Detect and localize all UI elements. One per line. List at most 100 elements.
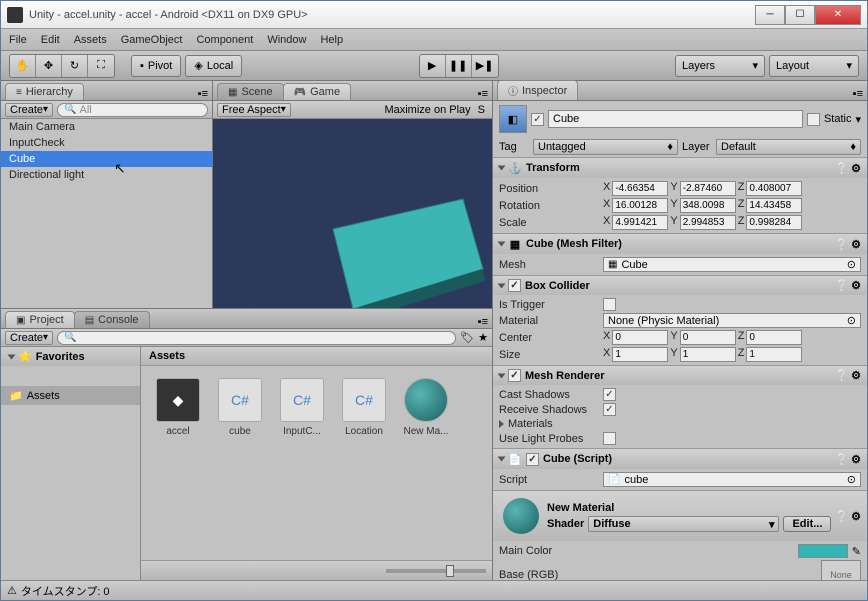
tab-scene[interactable]: ▦ Scene (217, 83, 284, 100)
project-create-dropdown[interactable]: Create ▾ (5, 331, 53, 345)
hierarchy-item-selected[interactable]: Cube (1, 151, 212, 167)
scl-z-input[interactable] (746, 215, 802, 230)
menu-gameobject[interactable]: GameObject (121, 34, 183, 46)
eyedropper-icon[interactable]: ✎ (852, 545, 861, 558)
rot-y-input[interactable] (680, 198, 736, 213)
physmaterial-field[interactable]: None (Physic Material)⊙ (603, 313, 861, 328)
center-y-input[interactable] (680, 330, 736, 345)
shader-dropdown[interactable]: Diffuse▾ (588, 516, 779, 532)
meshfilter-header[interactable]: ▦ Cube (Mesh Filter) ❔⚙ (493, 234, 867, 254)
hierarchy-item[interactable]: InputCheck (1, 135, 212, 151)
play-button[interactable]: ▶ (420, 55, 446, 77)
size-y-input[interactable] (680, 347, 736, 362)
transform-header[interactable]: ⚓ Transform ❔⚙ (493, 158, 867, 178)
asset-size-slider[interactable] (386, 569, 486, 573)
assets-folder[interactable]: 📁 Assets (1, 386, 140, 405)
texture-slot[interactable]: None (821, 560, 861, 580)
tag-dropdown[interactable]: Untagged♦ (533, 139, 678, 155)
scl-x-input[interactable] (612, 215, 668, 230)
local-toggle[interactable]: ◈Local (185, 55, 242, 77)
help-icon[interactable]: ❔ (835, 279, 849, 292)
panel-menu-icon[interactable]: ▪≡ (474, 88, 492, 100)
mesh-field[interactable]: ▦ Cube⊙ (603, 257, 861, 272)
layers-dropdown[interactable]: Layers▾ (675, 55, 765, 77)
hierarchy-create-dropdown[interactable]: Create ▾ (5, 103, 53, 117)
materials-foldout[interactable] (499, 420, 504, 428)
search-type-icon[interactable]: ★ (478, 331, 488, 344)
asset-item[interactable]: C#InputC... (277, 378, 327, 437)
aspect-dropdown[interactable]: Free Aspect ▾ (217, 103, 291, 117)
step-button[interactable]: ▶❚ (472, 55, 498, 77)
gear-icon[interactable]: ⚙ (851, 162, 861, 175)
edit-shader-button[interactable]: Edit... (783, 516, 831, 532)
stats-toggle[interactable]: S (475, 104, 488, 116)
asset-item[interactable]: C#Location (339, 378, 389, 437)
help-icon[interactable]: ❔ (835, 162, 849, 175)
scale-tool-button[interactable]: ⛶ (88, 55, 114, 77)
meshrenderer-enabled-checkbox[interactable] (508, 369, 521, 382)
assets-breadcrumb[interactable]: Assets (141, 347, 492, 366)
minimize-button[interactable]: ─ (755, 5, 785, 25)
boxcollider-header[interactable]: Box Collider ❔⚙ (493, 276, 867, 295)
hierarchy-item[interactable]: Main Camera (1, 119, 212, 135)
hierarchy-item[interactable]: Directional light (1, 167, 212, 183)
panel-menu-icon[interactable]: ▪≡ (474, 316, 492, 328)
maximize-on-play-toggle[interactable]: Maximize on Play (384, 104, 470, 116)
pause-button[interactable]: ❚❚ (446, 55, 472, 77)
hand-tool-button[interactable]: ✋ (10, 55, 36, 77)
receiveshadows-checkbox[interactable] (603, 403, 616, 416)
rot-x-input[interactable] (612, 198, 668, 213)
asset-item[interactable]: ◆accel (153, 378, 203, 437)
material-header[interactable]: New Material Shader Diffuse▾ Edit... ❔⚙ (493, 491, 867, 541)
maximize-button[interactable]: ☐ (785, 5, 815, 25)
gear-icon[interactable]: ⚙ (851, 279, 861, 292)
script-enabled-checkbox[interactable] (526, 453, 539, 466)
menu-file[interactable]: File (9, 34, 27, 46)
static-checkbox[interactable] (807, 113, 820, 126)
center-x-input[interactable] (612, 330, 668, 345)
menu-edit[interactable]: Edit (41, 34, 60, 46)
meshrenderer-header[interactable]: Mesh Renderer ❔⚙ (493, 366, 867, 385)
move-tool-button[interactable]: ✥ (36, 55, 62, 77)
help-icon[interactable]: ❔ (835, 369, 849, 382)
help-icon[interactable]: ❔ (835, 510, 849, 523)
menu-window[interactable]: Window (267, 34, 306, 46)
tab-game[interactable]: 🎮 Game (283, 83, 351, 100)
pos-x-input[interactable] (612, 181, 668, 196)
scl-y-input[interactable] (680, 215, 736, 230)
pivot-toggle[interactable]: ▪Pivot (131, 55, 181, 77)
asset-item[interactable]: New Ma... (401, 378, 451, 437)
menu-help[interactable]: Help (320, 34, 343, 46)
center-z-input[interactable] (746, 330, 802, 345)
rotate-tool-button[interactable]: ↻ (62, 55, 88, 77)
main-color-swatch[interactable] (798, 544, 848, 558)
project-search-input[interactable]: 🔍 (57, 331, 456, 345)
menu-component[interactable]: Component (196, 34, 253, 46)
script-field[interactable]: 📄 cube⊙ (603, 472, 861, 487)
panel-menu-icon[interactable]: ▪≡ (849, 88, 867, 100)
gear-icon[interactable]: ⚙ (851, 238, 861, 251)
favorites-header[interactable]: ⭐ Favorites (1, 347, 140, 366)
gear-icon[interactable]: ⚙ (851, 369, 861, 382)
menu-assets[interactable]: Assets (74, 34, 107, 46)
help-icon[interactable]: ❔ (835, 453, 849, 466)
tab-project[interactable]: ▣ Project (5, 311, 75, 328)
panel-menu-icon[interactable]: ▪≡ (194, 88, 212, 100)
static-dropdown-icon[interactable]: ▾ (855, 113, 861, 126)
tab-inspector[interactable]: ⓘ Inspector (497, 80, 578, 100)
search-filter-icon[interactable]: 🏷 (460, 331, 474, 344)
size-z-input[interactable] (746, 347, 802, 362)
pos-z-input[interactable] (746, 181, 802, 196)
istrigger-checkbox[interactable] (603, 298, 616, 311)
asset-item[interactable]: C#cube (215, 378, 265, 437)
tab-console[interactable]: ▤ Console (74, 311, 150, 328)
gear-icon[interactable]: ⚙ (851, 453, 861, 466)
gear-icon[interactable]: ⚙ (851, 510, 861, 523)
close-button[interactable]: ✕ (815, 5, 861, 25)
layout-dropdown[interactable]: Layout▾ (769, 55, 859, 77)
lightprobes-checkbox[interactable] (603, 432, 616, 445)
hierarchy-search-input[interactable]: 🔍All (57, 103, 208, 117)
active-checkbox[interactable] (531, 113, 544, 126)
rot-z-input[interactable] (746, 198, 802, 213)
size-x-input[interactable] (612, 347, 668, 362)
